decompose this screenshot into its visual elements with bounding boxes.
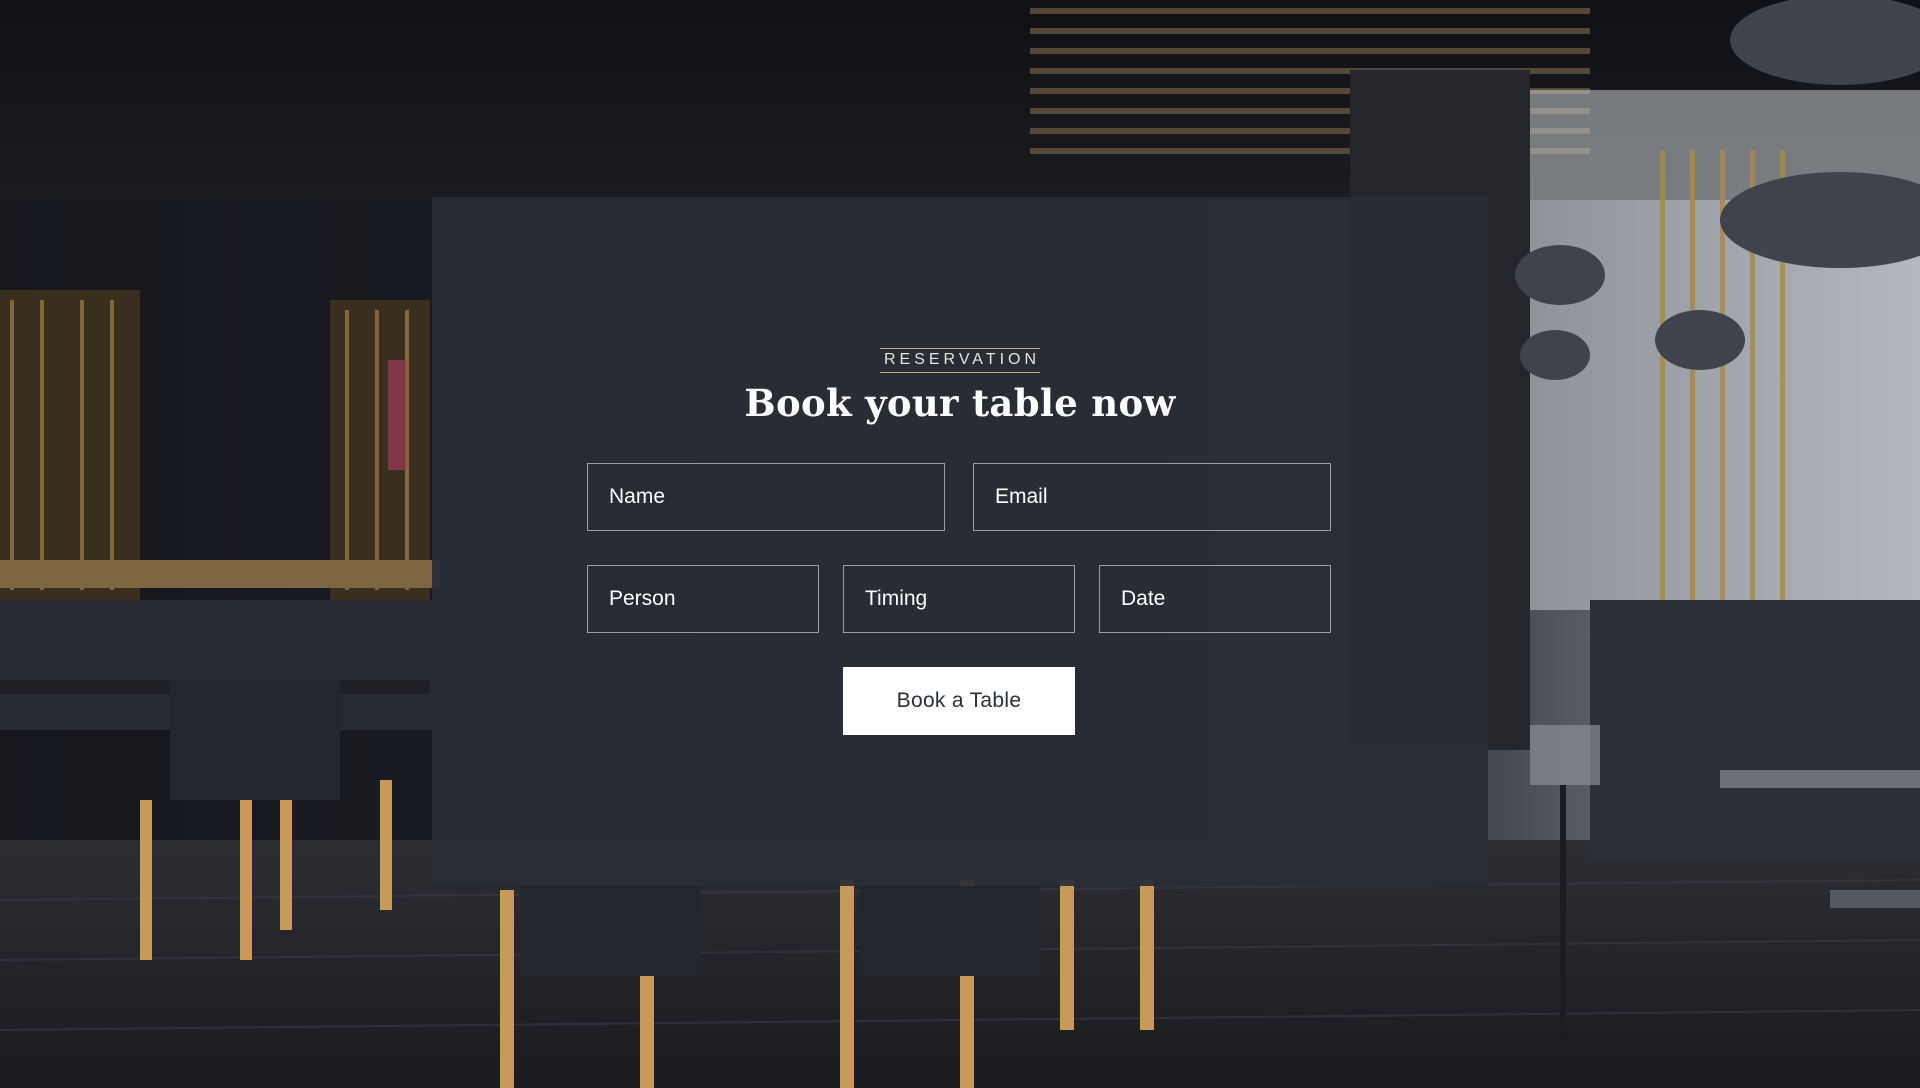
person-input[interactable] <box>587 565 819 633</box>
reservation-section: RESERVATION Book your table now Book a T… <box>0 0 1920 1088</box>
email-input[interactable] <box>973 463 1331 531</box>
timing-input[interactable] <box>843 565 1075 633</box>
section-eyebrow-label: RESERVATION <box>879 348 1041 373</box>
reservation-panel: RESERVATION Book your table now Book a T… <box>432 197 1488 886</box>
reservation-title: Book your table now <box>744 381 1176 425</box>
book-table-button[interactable]: Book a Table <box>843 667 1075 735</box>
date-input[interactable] <box>1099 565 1331 633</box>
name-input[interactable] <box>587 463 945 531</box>
